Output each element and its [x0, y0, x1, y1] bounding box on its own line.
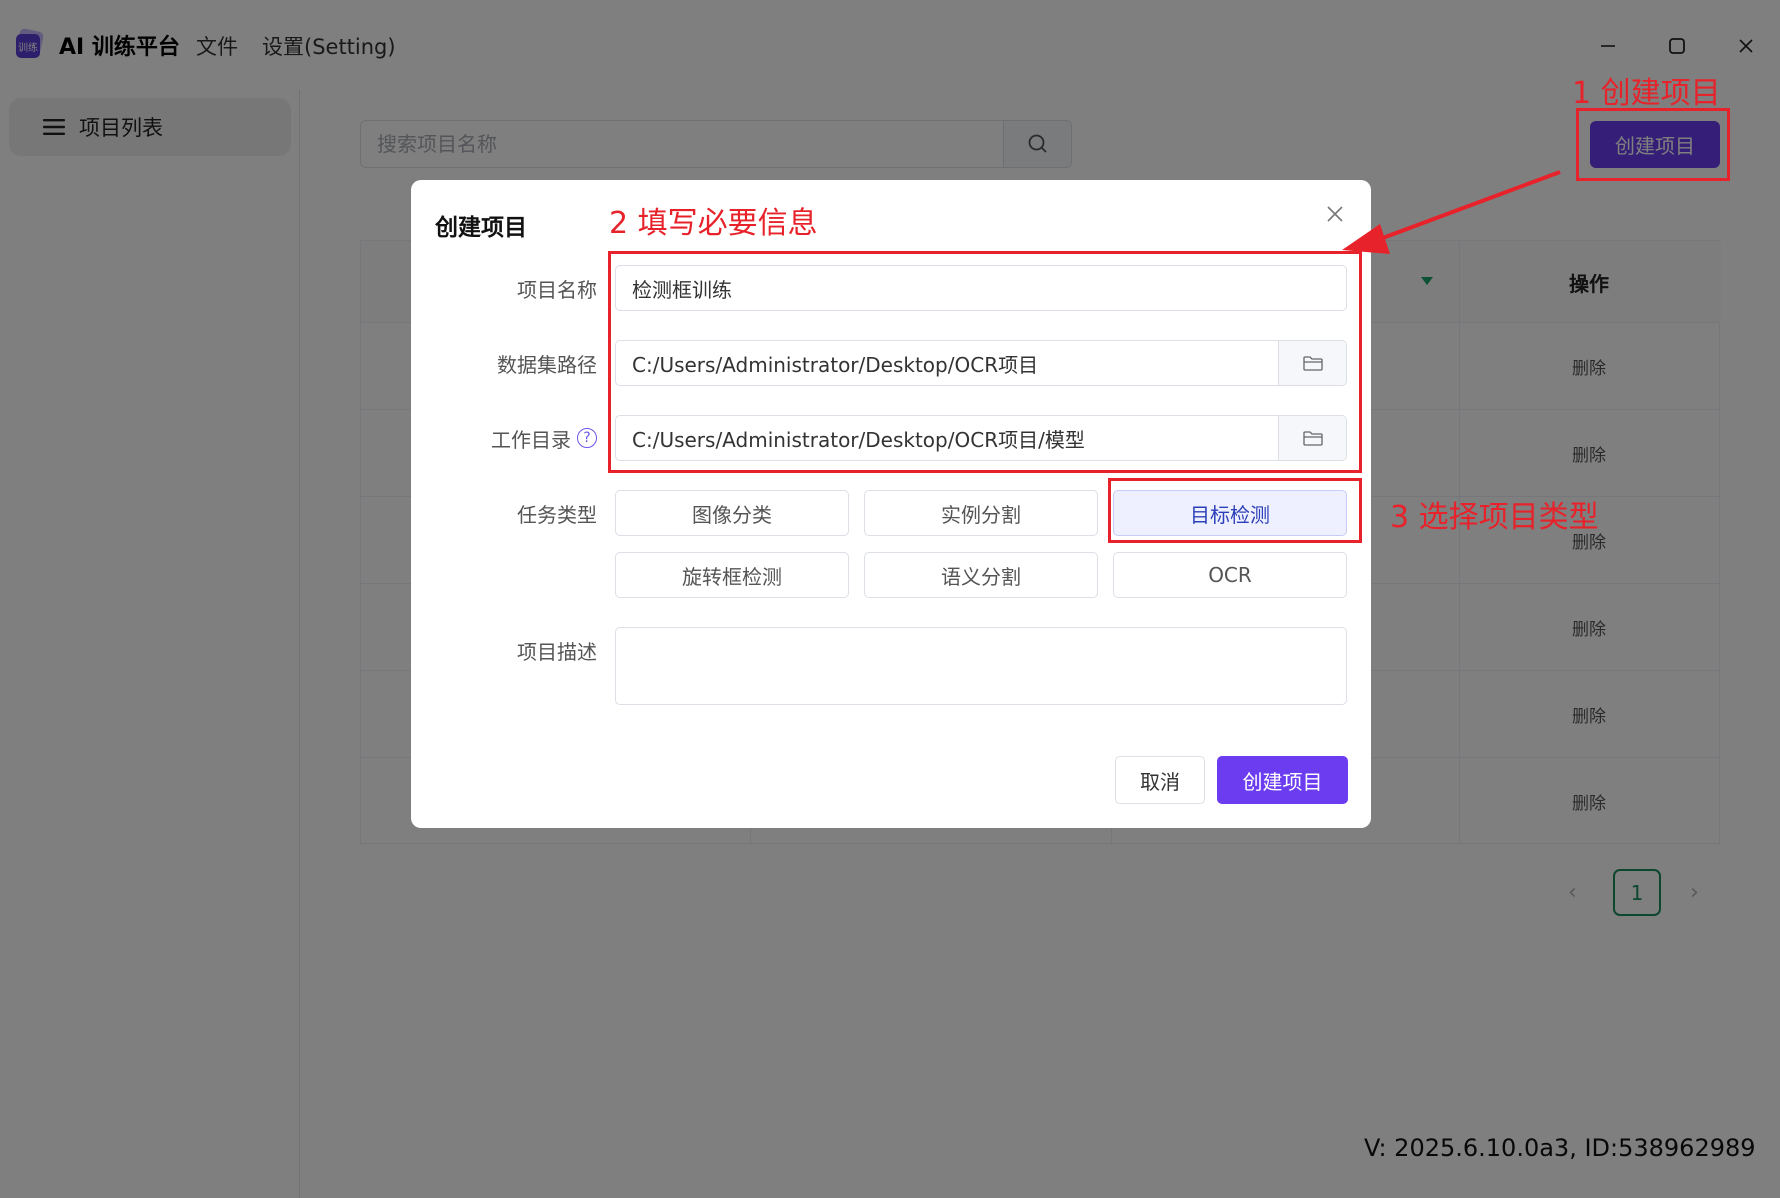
annotation-box-create-button: [1576, 108, 1730, 181]
project-desc-textarea[interactable]: [615, 627, 1347, 705]
annotation-step-3: 3 选择项目类型: [1390, 500, 1599, 535]
confirm-create-button[interactable]: 创建项目: [1217, 756, 1348, 804]
dialog-title: 创建项目: [435, 215, 527, 241]
annotation-step-1: 1 创建项目: [1572, 76, 1721, 111]
project-desc-label: 项目描述: [517, 639, 597, 664]
annotation-box-task-type: [1108, 478, 1362, 543]
close-icon: [1327, 206, 1343, 222]
task-type-instance-segmentation[interactable]: 实例分割: [864, 490, 1098, 536]
annotation-box-required-fields: [608, 251, 1362, 473]
task-type-rotated-box-detection[interactable]: 旋转框检测: [615, 552, 849, 598]
task-type-ocr[interactable]: OCR: [1113, 552, 1347, 598]
task-type-label: 任务类型: [517, 502, 597, 527]
workdir-label-row: 工作目录 ?: [491, 415, 597, 461]
annotation-step-2: 2 填写必要信息: [609, 206, 818, 241]
project-name-label: 项目名称: [517, 277, 597, 302]
dialog-close-button[interactable]: [1321, 200, 1349, 228]
task-type-semantic-segmentation[interactable]: 语义分割: [864, 552, 1098, 598]
help-icon[interactable]: ?: [577, 428, 597, 448]
cancel-button[interactable]: 取消: [1115, 756, 1205, 804]
task-type-image-classification[interactable]: 图像分类: [615, 490, 849, 536]
workdir-label: 工作目录: [491, 427, 571, 452]
dataset-path-label: 数据集路径: [497, 352, 597, 377]
